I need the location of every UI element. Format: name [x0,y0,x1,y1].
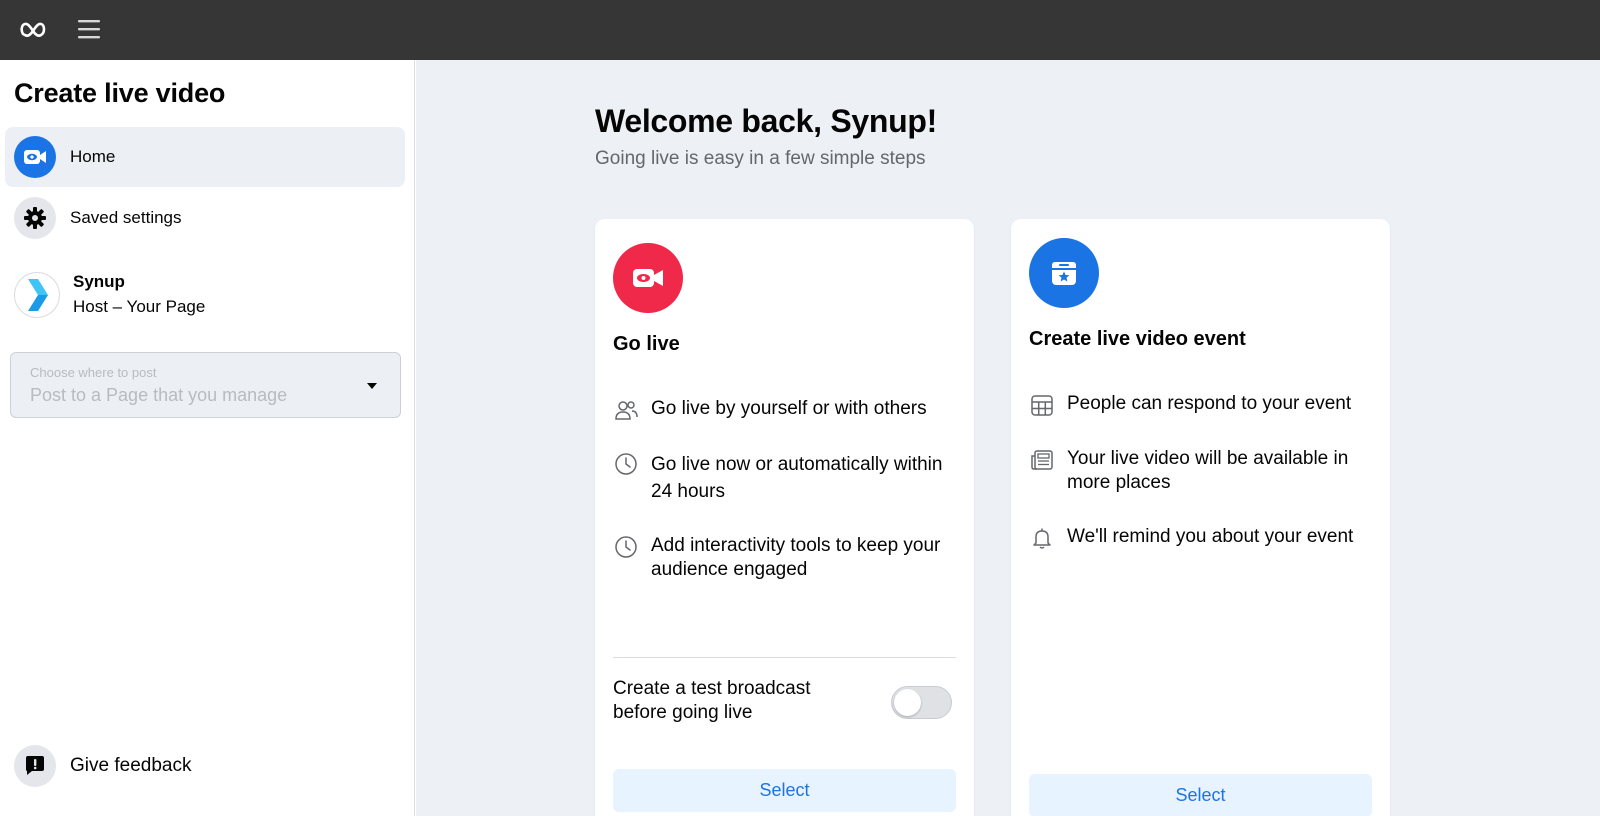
select-label: Choose where to post [30,365,157,380]
main-content: Welcome back, Synup! Going live is easy … [416,60,1600,816]
avatar [14,272,60,318]
live-video-camera-icon [14,136,56,178]
feature-item: Go live by yourself or with others [613,397,958,423]
page-subtitle: Going live is easy in a few simple steps [595,148,926,169]
feature-item: We'll remind you about your event [1029,525,1374,551]
divider [613,657,956,658]
people-icon [613,397,639,423]
sidebar-title: Create live video [14,78,226,108]
feature-item: Add interactivity tools to keep your aud… [613,534,958,582]
give-feedback-button[interactable]: Give feedback [14,745,191,787]
feature-text: Add interactivity tools to keep your aud… [651,535,941,580]
feature-text: People can respond to your event [1067,393,1352,414]
select-value: Post to a Page that you manage [30,385,288,405]
test-broadcast-label: Create a test broadcast before going liv… [613,678,811,723]
event-select-button[interactable]: Select [1029,774,1372,816]
feature-item: People can respond to your event [1029,392,1374,418]
card-title: Go live [613,333,680,355]
newspaper-icon [1029,447,1055,473]
go-live-card: Go live Go live by yourself or with othe… [595,219,974,816]
gear-icon [14,197,56,239]
feature-text: Go live by yourself or with others [651,398,927,419]
meta-logo-icon[interactable] [18,14,48,44]
test-broadcast-toggle[interactable] [891,686,952,719]
clock-icon [613,451,639,477]
page-role: Host – Your Page [73,297,206,316]
live-video-camera-icon [613,243,683,313]
top-bar [0,0,1600,60]
bell-icon [1029,525,1055,551]
card-title: Create live video event [1029,328,1246,350]
live-event-card: Create live video event People can respo… [1011,219,1390,816]
sidebar-item-saved-settings[interactable]: Saved settings [5,188,405,248]
calendar-grid-icon [1029,392,1055,418]
post-destination-select[interactable]: Choose where to post Post to a Page that… [10,352,401,418]
sidebar-item-label: Saved settings [70,208,182,227]
feedback-label: Give feedback [70,755,192,776]
caret-down-icon [367,383,377,389]
hamburger-menu-icon[interactable] [74,14,104,44]
toggle-knob [894,689,921,716]
feature-item: Your live video will be available in mor… [1029,447,1374,495]
clock-icon [613,534,639,560]
sidebar-item-label: Home [70,147,116,166]
sidebar: Create live video Home Saved settings Sy… [0,60,415,816]
feedback-icon [14,745,56,787]
feature-item: Go live now or automatically within 24 h… [613,451,958,505]
go-live-select-button[interactable]: Select [613,769,956,812]
feature-text: We'll remind you about your event [1067,526,1354,547]
feature-text: Your live video will be available in mor… [1067,448,1349,493]
page-title: Welcome back, Synup! [595,103,937,139]
calendar-star-icon [1029,238,1099,308]
page-name: Synup [73,272,125,291]
page-profile[interactable]: Synup Host – Your Page [14,270,205,320]
sidebar-item-home[interactable]: Home [5,127,405,187]
feature-text: Go live now or automatically within 24 h… [651,454,943,502]
